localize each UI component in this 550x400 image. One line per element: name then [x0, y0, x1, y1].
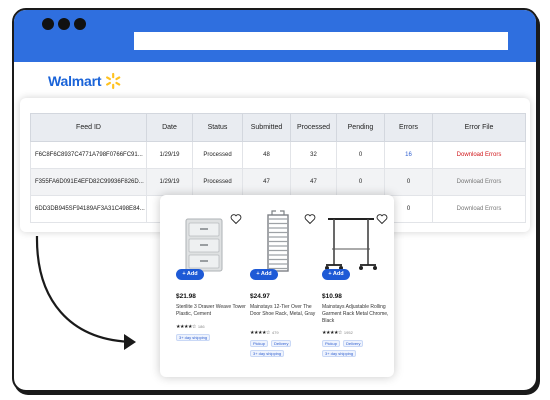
submitted-cell: 47	[242, 168, 291, 196]
product-image-garment-rack[interactable]	[318, 209, 384, 275]
rating-stars: ★★★★☆ 1952	[322, 330, 353, 336]
date-cell: 1/29/19	[146, 141, 193, 169]
errors-count-link[interactable]: 16	[384, 141, 433, 169]
product-price: $21.98	[176, 293, 196, 300]
feed-id-cell: F6C8F6C8937C4771A798F0766FC91...	[30, 141, 147, 169]
shipping-tag: 3+ day shipping	[176, 334, 211, 341]
address-bar[interactable]	[134, 32, 508, 50]
shipping-tag: 3+ day shipping	[322, 350, 357, 357]
pending-cell: 0	[336, 168, 385, 196]
window-control-dot[interactable]	[42, 18, 54, 30]
table-header-row: Feed ID Date Status Submitted Processed …	[30, 113, 526, 142]
product-card[interactable]: + Add $21.98 Sterilite 3 Drawer Weave To…	[172, 209, 246, 369]
feed-id-cell: F355FA6D091E4EFD82C99936F826D...	[30, 168, 147, 196]
product-grid-card: + Add $21.98 Sterilite 3 Drawer Weave To…	[160, 195, 394, 377]
rating-stars: ★★★★☆ 479	[250, 330, 279, 336]
feed-id-cell: 6DD3DB945SF94189AF3A31C498E84...	[30, 195, 147, 223]
download-errors-link[interactable]: Download Errors	[432, 195, 526, 223]
date-cell: 1/29/19	[146, 168, 193, 196]
column-header-feed-id[interactable]: Feed ID	[30, 113, 147, 142]
window-control-dot[interactable]	[74, 18, 86, 30]
download-errors-link[interactable]: Download Errors	[432, 141, 526, 169]
pickup-tag: Pickup	[250, 340, 269, 347]
add-to-cart-button[interactable]: + Add	[250, 269, 278, 280]
column-header-submitted[interactable]: Submitted	[242, 113, 291, 142]
heart-icon[interactable]	[230, 213, 242, 225]
product-image-shoe-rack[interactable]	[246, 209, 312, 275]
errors-count-cell: 0	[384, 168, 433, 196]
product-card[interactable]: + Add $10.98 Mainstays Adjustable Rollin…	[318, 209, 388, 369]
review-count: 479	[271, 330, 279, 335]
column-header-pending[interactable]: Pending	[336, 113, 385, 142]
delivery-tag: Delivery	[343, 340, 364, 347]
delivery-tag: Delivery	[271, 340, 292, 347]
submitted-cell: 48	[242, 141, 291, 169]
product-price: $24.97	[250, 293, 270, 300]
column-header-errors[interactable]: Errors	[384, 113, 433, 142]
column-header-status[interactable]: Status	[192, 113, 243, 142]
rating-stars: ★★★★☆ 186	[176, 324, 205, 330]
browser-titlebar	[14, 10, 536, 62]
pending-cell: 0	[336, 141, 385, 169]
pickup-tag: Pickup	[322, 340, 341, 347]
download-errors-link[interactable]: Download Errors	[432, 168, 526, 196]
shipping-tag: 3+ day shipping	[250, 350, 285, 357]
add-to-cart-button[interactable]: + Add	[176, 269, 204, 280]
product-title[interactable]: Mainstays Adjustable Rolling Garment Rac…	[322, 304, 392, 325]
product-image-drawer-tower[interactable]	[172, 209, 238, 275]
review-count: 1952	[343, 330, 353, 335]
logo-text: Walmart	[48, 73, 102, 89]
heart-icon[interactable]	[304, 213, 316, 225]
column-header-date[interactable]: Date	[146, 113, 193, 142]
product-title[interactable]: Mainstays 12-Tier Over The Door Shoe Rac…	[250, 304, 320, 318]
table-row: F355FA6D091E4EFD82C99936F826D... 1/29/19…	[30, 168, 526, 196]
walmart-spark-icon	[106, 72, 121, 90]
table-row: F6C8F6C8937C4771A798F0766FC91... 1/29/19…	[30, 141, 526, 169]
window-control-dot[interactable]	[58, 18, 70, 30]
product-card[interactable]: + Add $24.97 Mainstays 12-Tier Over The …	[246, 209, 316, 369]
product-title[interactable]: Sterilite 3 Drawer Weave Tower Plastic, …	[176, 304, 246, 318]
add-to-cart-button[interactable]: + Add	[322, 269, 350, 280]
review-count: 186	[197, 324, 205, 329]
product-price: $10.98	[322, 293, 342, 300]
column-header-processed[interactable]: Processed	[290, 113, 337, 142]
walmart-logo[interactable]: Walmart	[48, 72, 122, 90]
status-cell: Processed	[192, 141, 243, 169]
processed-cell: 47	[290, 168, 337, 196]
heart-icon[interactable]	[376, 213, 388, 225]
column-header-error-file[interactable]: Error File	[432, 113, 526, 142]
processed-cell: 32	[290, 141, 337, 169]
status-cell: Processed	[192, 168, 243, 196]
